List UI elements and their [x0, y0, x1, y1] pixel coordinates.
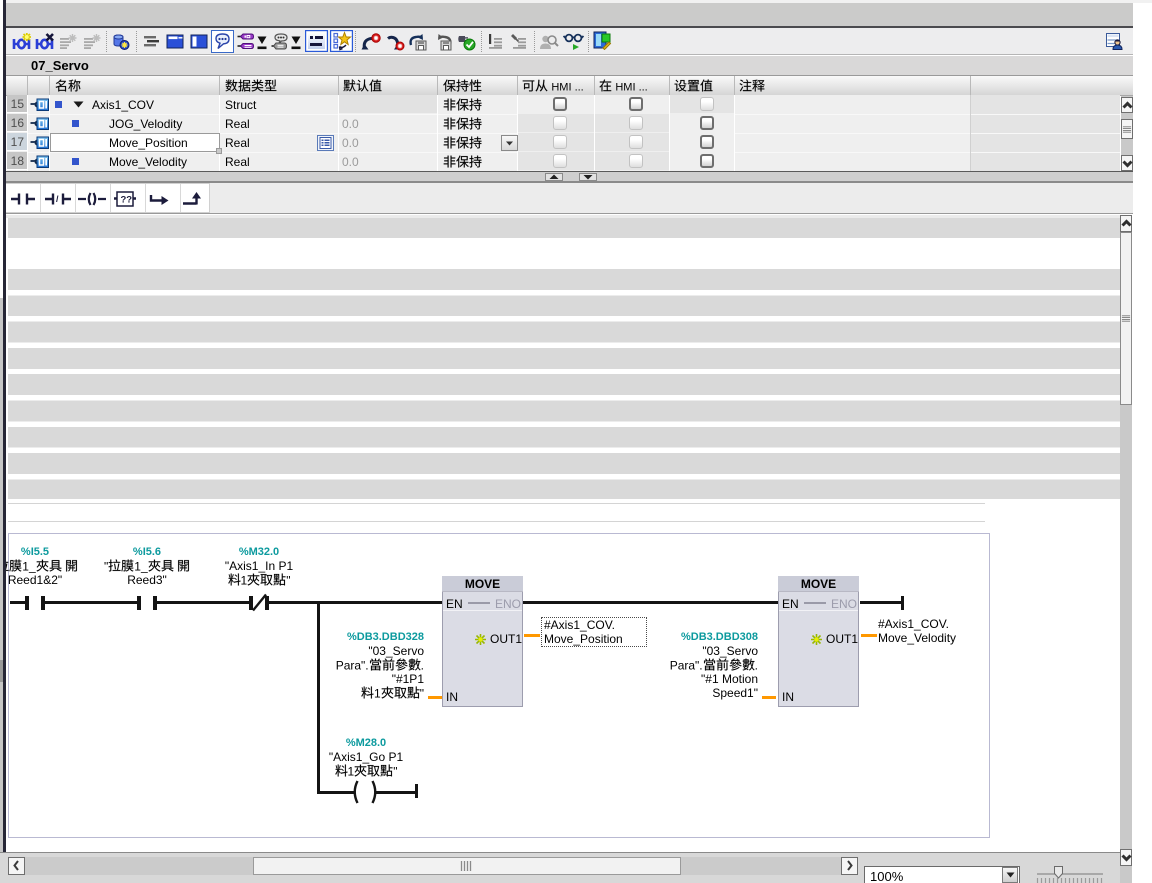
svg-text:/: / — [56, 194, 59, 204]
svg-text:??: ?? — [121, 195, 133, 206]
